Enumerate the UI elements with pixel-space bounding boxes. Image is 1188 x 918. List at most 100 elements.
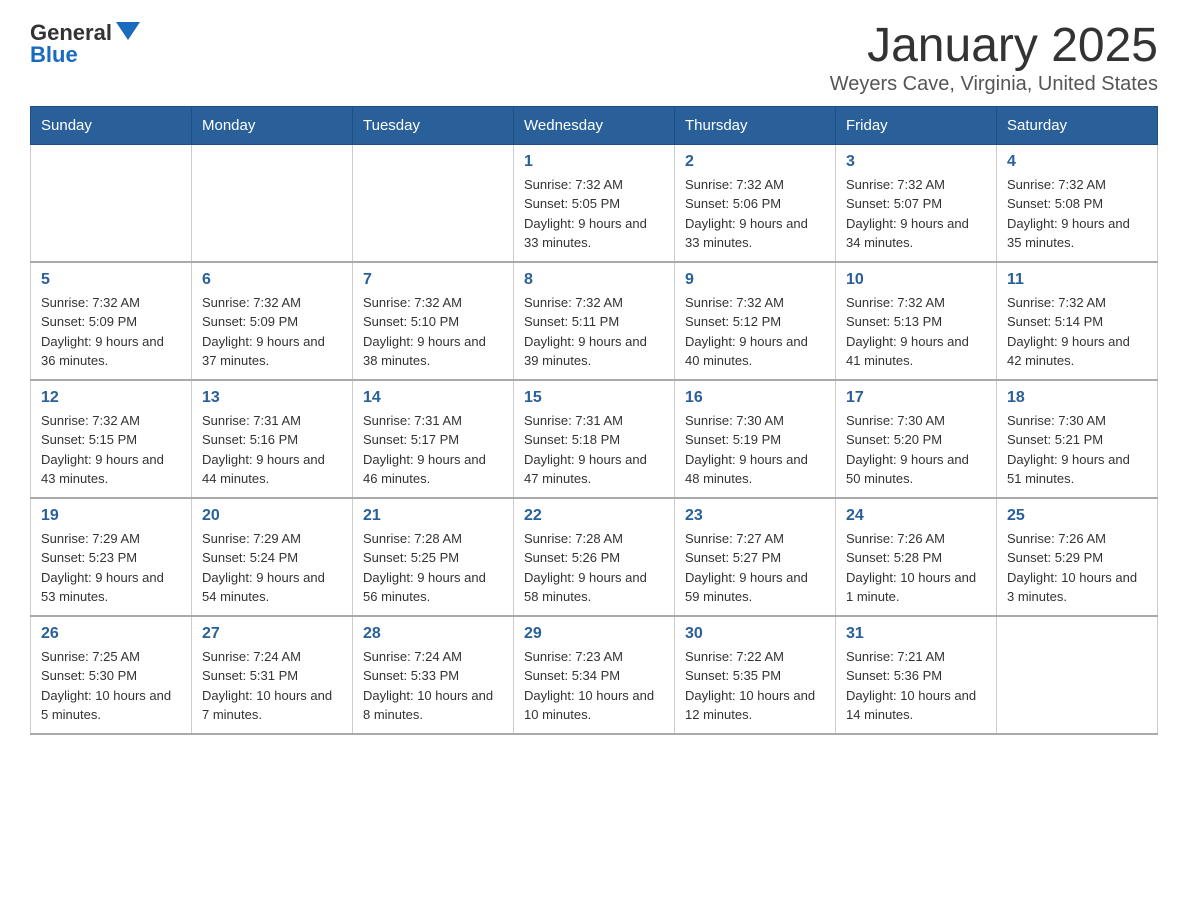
cell-week2-day5: 10 Sunrise: 7:32 AMSunset: 5:13 PMDayligh… xyxy=(836,262,997,380)
day-info: Sunrise: 7:27 AMSunset: 5:27 PMDaylight:… xyxy=(685,529,825,607)
day-number: 8 xyxy=(524,271,664,289)
cell-week4-day3: 22Sunrise: 7:28 AMSunset: 5:26 PMDayligh… xyxy=(514,498,675,616)
header-wednesday: Wednesday xyxy=(514,106,675,144)
cell-week3-day5: 17 Sunrise: 7:30 AMSunset: 5:20 PMDayligh… xyxy=(836,380,997,498)
day-info: Sunrise: 7:24 AMSunset: 5:31 PMDaylight:… xyxy=(202,647,342,725)
day-info: Sunrise: 7:29 AMSunset: 5:23 PMDaylight:… xyxy=(41,529,181,607)
day-number: 19 xyxy=(41,507,181,525)
week-row-2: 5 Sunrise: 7:32 AMSunset: 5:09 PMDaylight… xyxy=(31,262,1158,380)
calendar-header: Sunday Monday Tuesday Wednesday Thursday… xyxy=(31,106,1158,144)
day-info: Sunrise: 7:26 AMSunset: 5:28 PMDaylight:… xyxy=(846,529,986,607)
day-number: 7 xyxy=(363,271,503,289)
day-info: Sunrise: 7:32 AMSunset: 5:11 PMDaylight:… xyxy=(524,293,664,371)
day-number: 21 xyxy=(363,507,503,525)
day-info: Sunrise: 7:32 AMSunset: 5:05 PMDaylight:… xyxy=(524,175,664,253)
day-number: 11 xyxy=(1007,271,1147,289)
header-thursday: Thursday xyxy=(675,106,836,144)
day-number: 29 xyxy=(524,625,664,643)
cell-week5-day1: 27Sunrise: 7:24 AMSunset: 5:31 PMDayligh… xyxy=(192,616,353,734)
day-info: Sunrise: 7:32 AMSunset: 5:09 PMDaylight:… xyxy=(202,293,342,371)
header-friday: Friday xyxy=(836,106,997,144)
logo: General Blue xyxy=(30,20,140,68)
cell-week4-day5: 24 Sunrise: 7:26 AMSunset: 5:28 PMDayligh… xyxy=(836,498,997,616)
day-info: Sunrise: 7:32 AMSunset: 5:14 PMDaylight:… xyxy=(1007,293,1147,371)
day-number: 18 xyxy=(1007,389,1147,407)
day-info: Sunrise: 7:28 AMSunset: 5:25 PMDaylight:… xyxy=(363,529,503,607)
cell-week4-day0: 19 Sunrise: 7:29 AMSunset: 5:23 PMDayligh… xyxy=(31,498,192,616)
day-number: 14 xyxy=(363,389,503,407)
cell-week3-day1: 13 Sunrise: 7:31 AMSunset: 5:16 PMDayligh… xyxy=(192,380,353,498)
day-number: 31 xyxy=(846,625,986,643)
cell-week1-day1 xyxy=(192,144,353,262)
day-number: 12 xyxy=(41,389,181,407)
day-info: Sunrise: 7:32 AMSunset: 5:15 PMDaylight:… xyxy=(41,411,181,489)
day-number: 17 xyxy=(846,389,986,407)
day-number: 1 xyxy=(524,153,664,171)
day-number: 23 xyxy=(685,507,825,525)
cell-week5-day3: 29 Sunrise: 7:23 AMSunset: 5:34 PMDayligh… xyxy=(514,616,675,734)
cell-week4-day4: 23 Sunrise: 7:27 AMSunset: 5:27 PMDayligh… xyxy=(675,498,836,616)
cell-week2-day2: 7 Sunrise: 7:32 AMSunset: 5:10 PMDaylight… xyxy=(353,262,514,380)
day-info: Sunrise: 7:31 AMSunset: 5:17 PMDaylight:… xyxy=(363,411,503,489)
day-info: Sunrise: 7:24 AMSunset: 5:33 PMDaylight:… xyxy=(363,647,503,725)
week-row-5: 26 Sunrise: 7:25 AMSunset: 5:30 PMDayligh… xyxy=(31,616,1158,734)
day-number: 13 xyxy=(202,389,342,407)
day-number: 26 xyxy=(41,625,181,643)
cell-week2-day0: 5Sunrise: 7:32 AMSunset: 5:09 PMDaylight… xyxy=(31,262,192,380)
day-number: 15 xyxy=(524,389,664,407)
day-number: 6 xyxy=(202,271,342,289)
logo-triangle-icon xyxy=(116,22,140,40)
day-info: Sunrise: 7:22 AMSunset: 5:35 PMDaylight:… xyxy=(685,647,825,725)
day-number: 4 xyxy=(1007,153,1147,171)
day-info: Sunrise: 7:29 AMSunset: 5:24 PMDaylight:… xyxy=(202,529,342,607)
day-number: 25 xyxy=(1007,507,1147,525)
day-info: Sunrise: 7:25 AMSunset: 5:30 PMDaylight:… xyxy=(41,647,181,725)
week-row-3: 12 Sunrise: 7:32 AMSunset: 5:15 PMDayligh… xyxy=(31,380,1158,498)
cell-week3-day2: 14 Sunrise: 7:31 AMSunset: 5:17 PMDayligh… xyxy=(353,380,514,498)
day-number: 3 xyxy=(846,153,986,171)
day-number: 2 xyxy=(685,153,825,171)
day-number: 9 xyxy=(685,271,825,289)
cell-week3-day6: 18 Sunrise: 7:30 AMSunset: 5:21 PMDayligh… xyxy=(997,380,1158,498)
weekday-header-row: Sunday Monday Tuesday Wednesday Thursday… xyxy=(31,106,1158,144)
cell-week5-day4: 30Sunrise: 7:22 AMSunset: 5:35 PMDayligh… xyxy=(675,616,836,734)
cell-week3-day4: 16Sunrise: 7:30 AMSunset: 5:19 PMDayligh… xyxy=(675,380,836,498)
calendar-table: Sunday Monday Tuesday Wednesday Thursday… xyxy=(30,106,1158,735)
day-number: 5 xyxy=(41,271,181,289)
day-info: Sunrise: 7:32 AMSunset: 5:13 PMDaylight:… xyxy=(846,293,986,371)
day-info: Sunrise: 7:26 AMSunset: 5:29 PMDaylight:… xyxy=(1007,529,1147,607)
calendar-body: 1 Sunrise: 7:32 AMSunset: 5:05 PMDaylight… xyxy=(31,144,1158,734)
calendar-subtitle: Weyers Cave, Virginia, United States xyxy=(830,73,1158,96)
cell-week2-day4: 9 Sunrise: 7:32 AMSunset: 5:12 PMDaylight… xyxy=(675,262,836,380)
day-number: 24 xyxy=(846,507,986,525)
cell-week1-day6: 4 Sunrise: 7:32 AMSunset: 5:08 PMDaylight… xyxy=(997,144,1158,262)
logo-blue-text: Blue xyxy=(30,42,78,68)
cell-week1-day0 xyxy=(31,144,192,262)
day-info: Sunrise: 7:21 AMSunset: 5:36 PMDaylight:… xyxy=(846,647,986,725)
day-info: Sunrise: 7:30 AMSunset: 5:19 PMDaylight:… xyxy=(685,411,825,489)
day-info: Sunrise: 7:32 AMSunset: 5:10 PMDaylight:… xyxy=(363,293,503,371)
day-info: Sunrise: 7:31 AMSunset: 5:16 PMDaylight:… xyxy=(202,411,342,489)
cell-week2-day3: 8 Sunrise: 7:32 AMSunset: 5:11 PMDaylight… xyxy=(514,262,675,380)
cell-week2-day6: 11 Sunrise: 7:32 AMSunset: 5:14 PMDayligh… xyxy=(997,262,1158,380)
week-row-1: 1 Sunrise: 7:32 AMSunset: 5:05 PMDaylight… xyxy=(31,144,1158,262)
day-number: 10 xyxy=(846,271,986,289)
day-info: Sunrise: 7:32 AMSunset: 5:12 PMDaylight:… xyxy=(685,293,825,371)
calendar-title: January 2025 xyxy=(830,20,1158,73)
cell-week4-day1: 20Sunrise: 7:29 AMSunset: 5:24 PMDayligh… xyxy=(192,498,353,616)
cell-week1-day5: 3Sunrise: 7:32 AMSunset: 5:07 PMDaylight… xyxy=(836,144,997,262)
day-info: Sunrise: 7:32 AMSunset: 5:08 PMDaylight:… xyxy=(1007,175,1147,253)
cell-week5-day5: 31 Sunrise: 7:21 AMSunset: 5:36 PMDayligh… xyxy=(836,616,997,734)
week-row-4: 19 Sunrise: 7:29 AMSunset: 5:23 PMDayligh… xyxy=(31,498,1158,616)
cell-week1-day4: 2Sunrise: 7:32 AMSunset: 5:06 PMDaylight… xyxy=(675,144,836,262)
day-number: 28 xyxy=(363,625,503,643)
day-info: Sunrise: 7:30 AMSunset: 5:20 PMDaylight:… xyxy=(846,411,986,489)
cell-week4-day2: 21 Sunrise: 7:28 AMSunset: 5:25 PMDayligh… xyxy=(353,498,514,616)
cell-week5-day0: 26 Sunrise: 7:25 AMSunset: 5:30 PMDayligh… xyxy=(31,616,192,734)
day-info: Sunrise: 7:30 AMSunset: 5:21 PMDaylight:… xyxy=(1007,411,1147,489)
cell-week5-day2: 28 Sunrise: 7:24 AMSunset: 5:33 PMDayligh… xyxy=(353,616,514,734)
cell-week1-day2 xyxy=(353,144,514,262)
day-info: Sunrise: 7:23 AMSunset: 5:34 PMDaylight:… xyxy=(524,647,664,725)
day-info: Sunrise: 7:28 AMSunset: 5:26 PMDaylight:… xyxy=(524,529,664,607)
page-header: General Blue January 2025 Weyers Cave, V… xyxy=(30,20,1158,96)
